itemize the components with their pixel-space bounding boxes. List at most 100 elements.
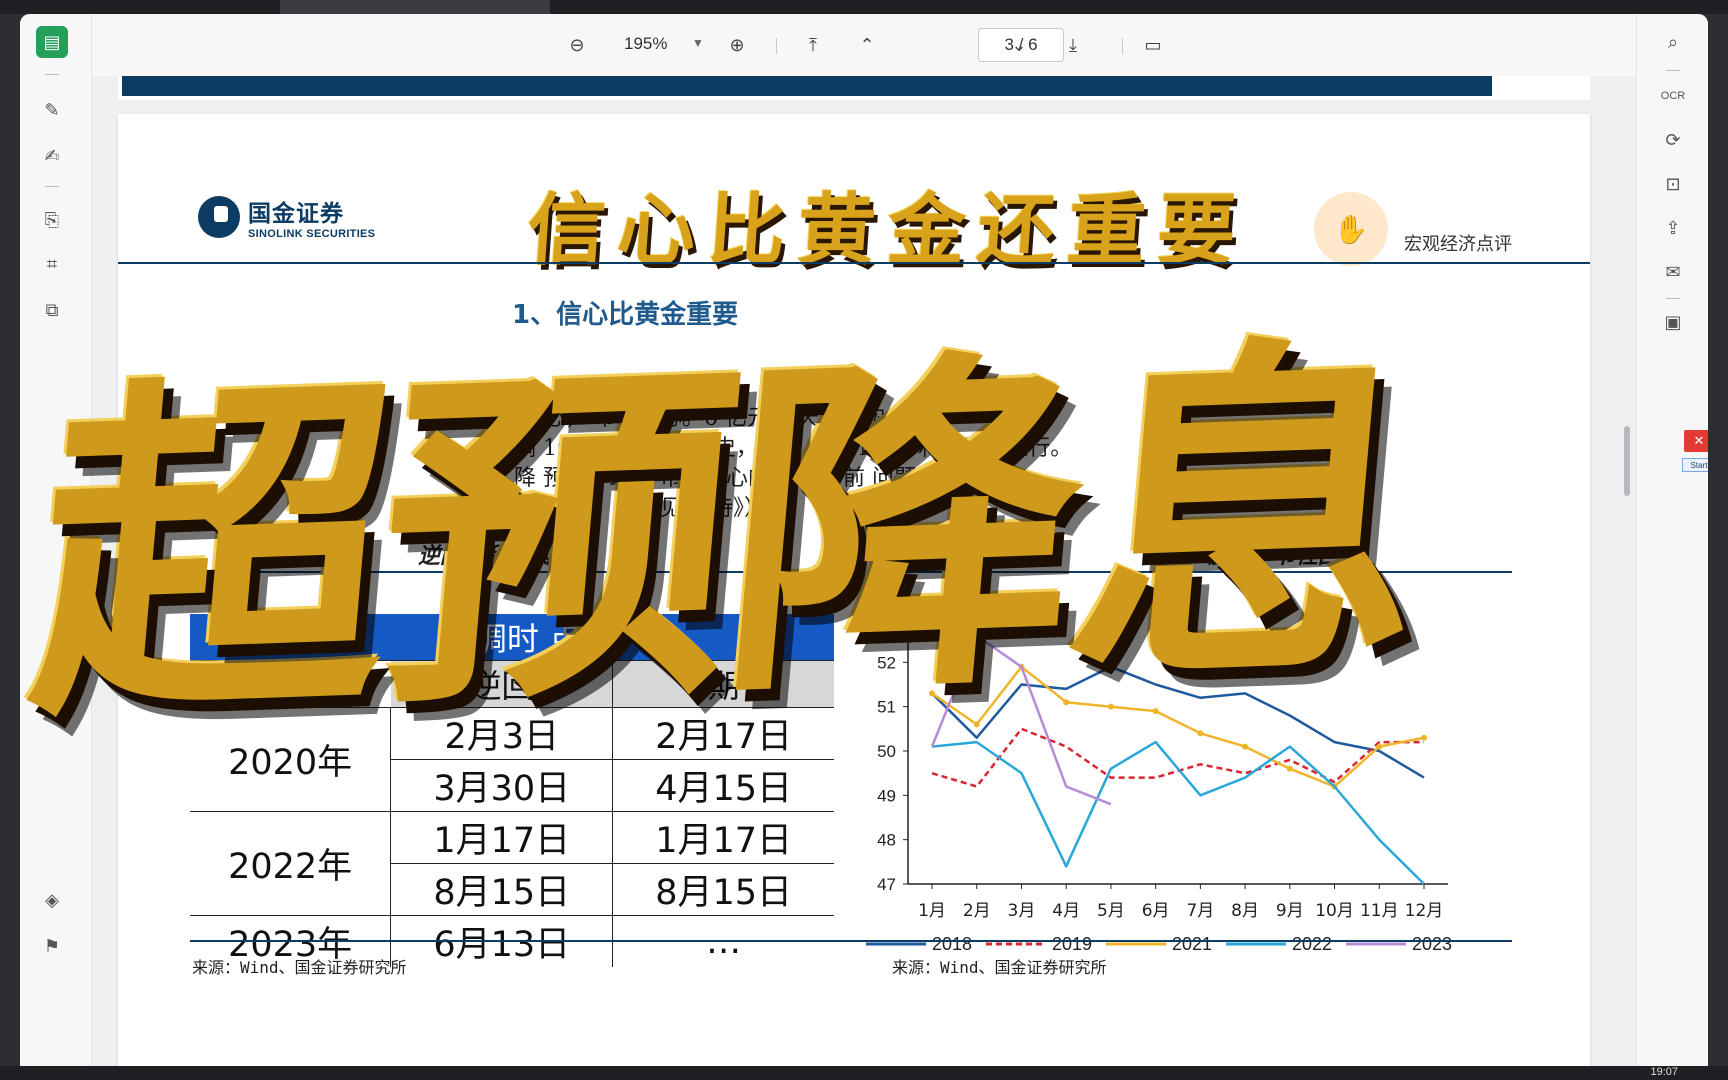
data-point [929, 690, 935, 697]
left-tool-rail: ▤ ✎ ✍ ⎘ ⌗ ⧉ ◈ ⚑ [20, 14, 92, 1066]
convert-icon[interactable]: ⧉ [36, 294, 68, 326]
table-cell: 1月17日 [612, 811, 834, 864]
chevron-down-icon[interactable]: ▼ [692, 36, 704, 50]
body-paragraph: 逆 心， 市场信心。6 亿元 7 天逆回购， 下 调 10 至 1.9%。 历史… [514, 404, 1524, 524]
close-icon[interactable]: ✕ [1684, 430, 1708, 452]
mail-icon[interactable]: ✉ [1657, 256, 1689, 288]
ocr-icon[interactable]: OCR [1657, 80, 1689, 112]
figure-right-title: 度超季节性回落 [1208, 543, 1363, 569]
browser-tab-strip [0, 0, 1728, 14]
lock-doc-icon[interactable]: ⊡ [1657, 168, 1689, 200]
y-tick-label: 53 [877, 609, 896, 628]
y-tick-label: 51 [877, 698, 896, 717]
x-tick-label: 5月 [1097, 901, 1125, 921]
legend-label: 2022 [1292, 934, 1332, 954]
document-page: 国金证券 SINOLINK SECURITIES 信心比黄金还重要 ✋ 宏观经济… [118, 114, 1590, 1066]
bookmark-icon[interactable]: ⚑ [36, 930, 68, 962]
table-cell: 2月3日 [390, 707, 613, 760]
series-line-2022 [931, 740, 1425, 885]
y-tick-label: 48 [877, 831, 896, 850]
x-tick-label: 11月 [1360, 901, 1399, 921]
document-viewer[interactable]: 国金证券 SINOLINK SECURITIES 信心比黄金还重要 ✋ 宏观经济… [92, 76, 1636, 1066]
top-toolbar: ⊖ 195% ▼ ⊕ ⤒ ⌃ 3 / 6 ⌄ ⤓ ▭ [92, 14, 1636, 76]
table-cell: 8月15日 [390, 863, 613, 916]
pmi-line-chart: 47 48 49 50 51 52 53 1月 2月 3月 4月 5月 6月 7月 8月 9月 10月 11月 12… [866, 608, 1452, 954]
first-page-icon[interactable]: ⤒ [798, 30, 828, 60]
header-rule [118, 262, 1590, 264]
paragraph-line: 进一步呵 （详 见《 待》）。 [514, 496, 777, 521]
data-point [1421, 734, 1427, 741]
table-cell: 2月17日 [612, 707, 834, 760]
x-tick-label: 3月 [1008, 901, 1036, 921]
footer-rule [190, 940, 1512, 942]
source-note-right: 来源：Wind、国金证券研究所 [892, 958, 1107, 977]
table-row: 2022年 1月17日 1月17日 [190, 811, 834, 916]
table-row: 2020年 2月3日 2月17日 [190, 707, 834, 812]
table-column-header: 逆回 [390, 660, 613, 708]
page-extract-icon[interactable]: ⎘ [36, 204, 68, 236]
x-tick-label: 8月 [1231, 901, 1259, 921]
os-taskbar: 19:07 [0, 1066, 1728, 1080]
zoom-out-icon[interactable]: ⊖ [562, 30, 592, 60]
data-point [1107, 703, 1114, 710]
clock: 19:07 [1650, 1066, 1678, 1078]
figure-left-title: 逆回购利率 期下 [418, 543, 580, 569]
rate-cut-table: 下调时 点 逆回 期 2020年 2月3日 2月17日 3月30日 4月15日 [190, 614, 834, 967]
data-point [1242, 743, 1249, 750]
section-heading: 1、信心比黄金重要 [512, 300, 739, 330]
highlighter-icon[interactable]: ✎ [36, 94, 68, 126]
previous-page-icon[interactable]: ⌃ [852, 30, 882, 60]
data-point [1063, 699, 1070, 706]
figure-right-label: 图表 [890, 543, 935, 569]
layers-icon[interactable]: ◈ [36, 884, 68, 916]
reader-mode-icon[interactable]: ▤ [36, 26, 68, 58]
x-tick-label: 7月 [1186, 901, 1214, 921]
right-tool-rail: ⌕ OCR ⟳ ⊡ ⇪ ✉ ▣ [1636, 14, 1708, 1066]
legend-label: 2018 [932, 934, 972, 954]
crop-icon[interactable]: ⌗ [36, 248, 68, 280]
paragraph-line: 逆 心， 市场信心。6 亿元 7 天逆回购， 下 [514, 406, 936, 431]
active-tab[interactable] [280, 0, 550, 14]
data-point [1286, 765, 1293, 772]
logo-mark-icon [198, 196, 240, 238]
start-button[interactable]: Start [1682, 458, 1708, 472]
legend-label: 2021 [1172, 934, 1212, 954]
rail-divider [1666, 298, 1680, 299]
table-cell: 3月30日 [390, 759, 613, 812]
rail-divider [45, 74, 59, 75]
x-tick-label: 1月 [918, 901, 946, 921]
hand-cursor-icon: ✋ [1314, 192, 1388, 266]
last-page-icon[interactable]: ⤓ [1058, 30, 1088, 60]
save-icon[interactable]: ▣ [1657, 306, 1689, 338]
figure-rule-left [190, 571, 834, 573]
zoom-level[interactable]: 195% [624, 34, 667, 54]
toolbar-divider [776, 38, 777, 54]
toolbar-divider [1122, 38, 1123, 54]
next-page-icon[interactable]: ⌄ [1004, 30, 1034, 60]
data-point [973, 721, 980, 728]
table-cell: 1月17日 [390, 811, 613, 864]
brand-logo: 国金证券 SINOLINK SECURITIES [198, 194, 375, 240]
figure-rule-right [890, 571, 1512, 573]
search-icon[interactable]: ⌕ [1657, 26, 1689, 58]
year-cell: 2020年 [190, 707, 391, 812]
zoom-in-icon[interactable]: ⊕ [722, 30, 752, 60]
table-column-header: 期 [612, 660, 834, 708]
sync-doc-icon[interactable]: ⟳ [1657, 124, 1689, 156]
x-tick-label: 12月 [1405, 901, 1444, 921]
annotate-icon[interactable]: ✍ [36, 140, 68, 172]
rail-divider [45, 186, 59, 187]
vertical-scrollbar[interactable] [1624, 426, 1630, 496]
source-note-left: 来源：Wind、国金证券研究所 [192, 958, 407, 977]
x-tick-label: 6月 [1142, 901, 1170, 921]
paragraph-line: 调 10 至 1.9%。 历史，近年 7 天 MLF 利率同步进行。 [514, 436, 1073, 461]
table-header: 下调时 点 [190, 614, 834, 661]
data-point [1376, 743, 1383, 750]
year-cell: 2022年 [190, 811, 391, 916]
series-line-2019 [931, 727, 1424, 788]
presentation-icon[interactable]: ▭ [1138, 30, 1168, 60]
previous-page-edge [118, 76, 1590, 100]
share-icon[interactable]: ⇪ [1657, 212, 1689, 244]
page-banner [122, 76, 1492, 96]
x-tick-label: 10月 [1315, 901, 1354, 921]
